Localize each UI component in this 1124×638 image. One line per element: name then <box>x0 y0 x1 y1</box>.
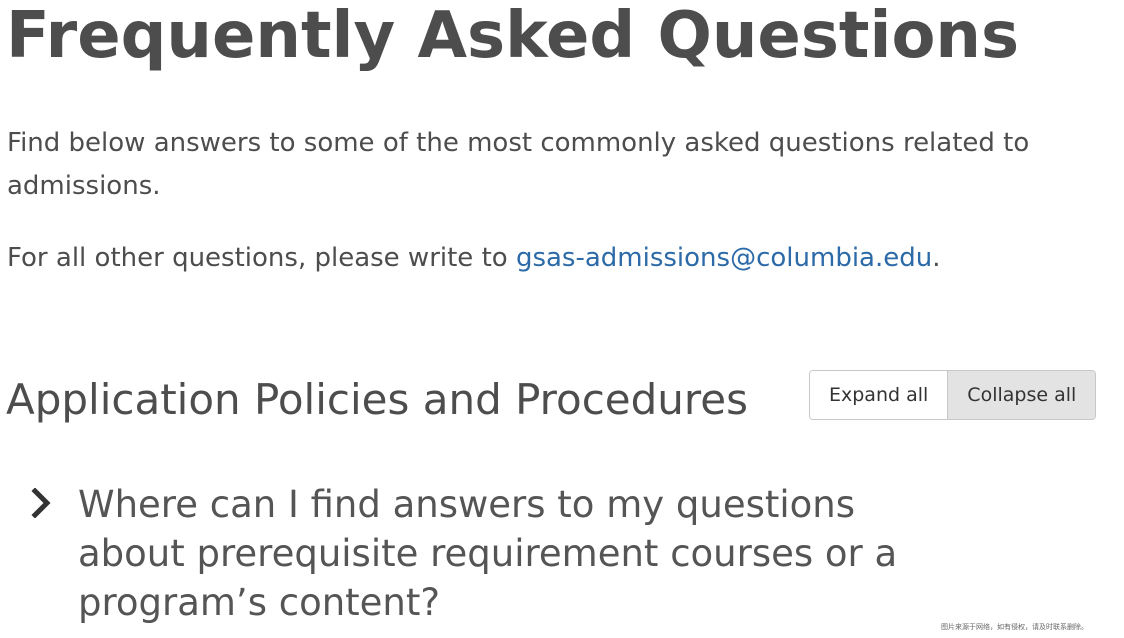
contact-suffix: . <box>932 243 941 273</box>
section-heading: Application Policies and Procedures <box>6 375 748 424</box>
expand-collapse-group: Expand all Collapse all <box>809 370 1097 420</box>
collapse-all-button[interactable]: Collapse all <box>947 371 1096 419</box>
intro-text: Find below answers to some of the most c… <box>7 128 1030 201</box>
watermark-text: 图片来源于网络，如有侵权，请及时联系删除。 <box>941 623 1088 631</box>
chevron-right-icon <box>31 488 51 518</box>
expand-all-button[interactable]: Expand all <box>810 371 948 419</box>
page-title: Frequently Asked Questions <box>6 0 1020 73</box>
faq-question: Where can I find answers to my questions… <box>78 483 898 624</box>
contact-prefix: For all other questions, please write to <box>7 243 516 273</box>
page: Frequently Asked Questions Find below an… <box>0 0 1124 638</box>
contact-text: For all other questions, please write to… <box>7 238 940 278</box>
contact-email-link[interactable]: gsas-admissions@columbia.edu <box>516 243 932 273</box>
